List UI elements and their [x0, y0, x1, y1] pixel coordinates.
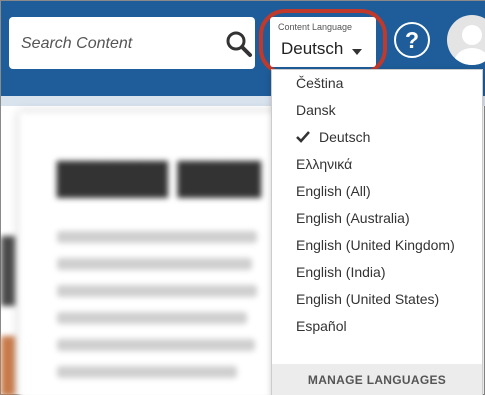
caret-down-icon [352, 49, 362, 55]
language-option-label: Español [296, 318, 347, 334]
language-option-label: Dansk [296, 102, 336, 118]
language-option[interactable]: Español [272, 313, 484, 339]
background-decoration [1, 236, 15, 306]
search-input[interactable] [21, 32, 211, 56]
language-option[interactable]: English (India) [272, 259, 484, 285]
language-option[interactable]: English (United States) [272, 286, 484, 312]
language-option-label: Ελληνικά [296, 156, 353, 172]
language-option-label: Deutsch [319, 129, 371, 145]
language-option-label: English (United States) [296, 291, 440, 307]
search-icon[interactable] [225, 30, 253, 58]
language-option-label: English (Australia) [296, 210, 410, 226]
blurred-page-background: ▇▇▇▇ ▇▇▇ [1, 106, 281, 395]
language-option[interactable]: Ελληνικά [272, 151, 484, 177]
language-option-label: Čeština [296, 75, 344, 91]
background-card [19, 112, 281, 395]
check-icon [296, 131, 310, 143]
language-option[interactable]: English (All) [272, 178, 484, 204]
manage-languages-button[interactable]: MANAGE LANGUAGES [272, 364, 482, 395]
language-option-selected[interactable]: Deutsch [272, 124, 484, 150]
language-selector-highlight: Content Language Deutsch [259, 9, 387, 75]
language-selector-caption: Content Language [278, 22, 353, 32]
user-avatar-icon [454, 25, 485, 65]
language-option-label: English (All) [296, 183, 371, 199]
language-option-label: English (India) [296, 264, 386, 280]
help-icon[interactable]: ? [394, 22, 430, 58]
background-text-line [57, 339, 255, 351]
language-selector-value: Deutsch [281, 39, 344, 58]
language-option[interactable]: Čeština [272, 70, 484, 96]
language-dropdown-menu: Čeština Dansk Deutsch Ελληνικά English (… [271, 69, 483, 395]
language-option[interactable]: Dansk [272, 97, 484, 123]
background-text-line [57, 231, 257, 243]
background-text-line [57, 285, 257, 297]
background-text-line [57, 312, 247, 324]
background-text-line [57, 258, 252, 270]
background-heading-placeholder: ▇▇▇▇ ▇▇▇ [57, 156, 261, 197]
language-option[interactable]: English (Australia) [272, 205, 484, 231]
language-option-label: English (United Kingdom) [296, 237, 455, 253]
language-selector-button[interactable]: Content Language Deutsch [270, 17, 376, 67]
avatar[interactable] [447, 15, 485, 65]
search-box [9, 17, 255, 69]
background-decoration [1, 336, 15, 395]
language-option[interactable]: English (United Kingdom) [272, 232, 484, 258]
background-text-line [57, 366, 237, 378]
